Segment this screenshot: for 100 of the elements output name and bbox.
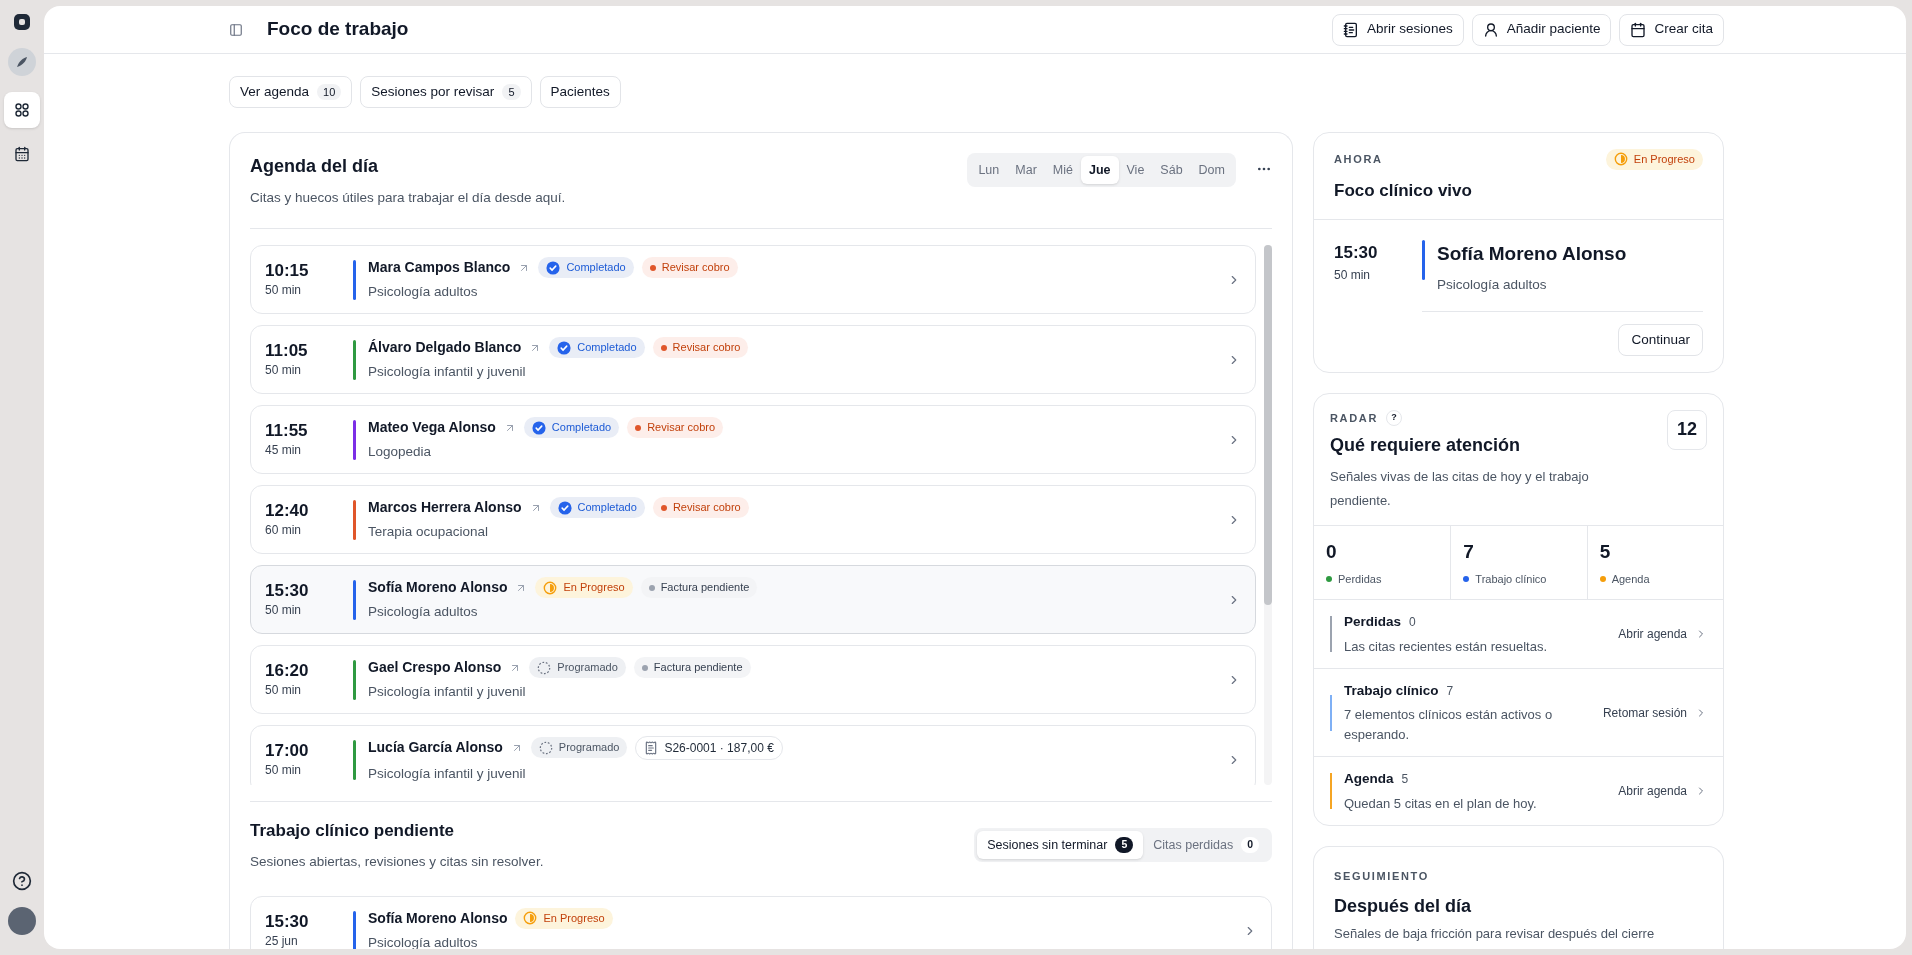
status-badge: En Progreso [515,908,613,929]
patient-name[interactable]: Lucía García Alonso [368,737,503,759]
help-icon[interactable] [12,871,32,891]
stat-value: 0 [1326,540,1338,565]
header-action-button[interactable]: Añadir paciente [1471,13,1612,46]
user-icon [1482,21,1499,38]
half-circle-icon [1613,152,1628,167]
quick-link-button[interactable]: Ver agenda 10 [229,76,353,108]
appointment-time: 12:40 [265,500,310,521]
total-count: 12 [1667,409,1707,450]
calendar-icon [1630,21,1647,38]
count-badge: 5 [502,83,521,101]
appointment-card[interactable]: 11:05 50 min Álvaro Delgado Blanco Completado Revisar cobro Psicología infantil y juvenil [250,325,1256,395]
signal-description: 7 elementos clínicos están activos o esperando. [1344,706,1554,744]
patient-name[interactable]: Sofía Moreno Alonso [368,577,508,599]
service-name: Psicología adultos [368,603,479,622]
patient-name[interactable]: Gael Crespo Alonso [368,657,502,679]
appointment-time: 17:00 [265,740,310,761]
stat-value: 7 [1463,540,1475,565]
check-circle-icon [557,500,572,515]
card-description: Señales vivas de las citas de hoy y el trabajo pendiente. [1330,468,1590,511]
patient-name[interactable]: Mateo Vega Alonso [368,417,496,439]
billing-tag: Revisar cobro [652,337,749,358]
signal-count: 7 [1446,683,1454,701]
service-name: Psicología infantil y juvenil [368,683,527,702]
page-title: Foco de trabajo [267,17,409,42]
day-tab[interactable]: Dom [1190,156,1233,184]
signal-description: Quedan 5 citas en el plan de hoy. [1344,794,1538,813]
appointment-time: 11:55 [265,420,309,441]
notebook-icon [1343,21,1360,38]
dashboard-nav-button[interactable] [4,92,40,128]
appointment-duration: 50 min [265,361,303,379]
billing-tag: Revisar cobro [652,497,749,518]
appointment-time: 15:30 [1334,242,1379,264]
day-tab[interactable]: Lun [970,156,1008,184]
appointment-duration: 50 min [1334,266,1372,284]
dashed-circle-icon [537,660,552,675]
service-name: Psicología infantil y juvenil [368,363,527,382]
quick-link-button[interactable]: Sesiones por revisar 5 [360,76,532,108]
continue-button[interactable]: Continuar [1618,323,1703,356]
pending-tab[interactable]: Citas perdidas 0 [1143,831,1269,860]
user-avatar[interactable] [8,907,36,935]
receipt-icon [644,740,659,755]
eyebrow-label: AHORA [1334,152,1384,167]
section-title: Trabajo clínico pendiente [250,820,456,843]
scrollbar[interactable] [1264,245,1272,786]
appointment-time: 15:30 [265,911,310,932]
workspace-logo[interactable] [8,48,36,76]
appointment-card[interactable]: 17:00 50 min Lucía García Alonso Programado S26-0001 · 187,00 € Psicología infantil y juvenil [250,725,1256,786]
signal-action-link[interactable]: Abrir agenda [1618,782,1707,801]
billing-tag: Revisar cobro [641,257,738,278]
appointment-card[interactable]: 11:55 45 min Mateo Vega Alonso Completado Revisar cobro Logopedia [250,405,1256,475]
appointment-card[interactable]: 10:15 50 min Mara Campos Blanco Completado Revisar cobro Psicología adultos [250,245,1256,315]
signal-action-link[interactable]: Retomar sesión [1602,703,1707,722]
stat-value: 5 [1599,540,1612,565]
section-subtitle: Sesiones abiertas, revisiones y citas sin resolver. [250,852,545,871]
patient-name: Sofía Moreno Alonso [1437,242,1627,266]
day-tab[interactable]: Mar [1007,156,1045,184]
eyebrow-label: SEGUIMIENTO [1334,870,1429,882]
card-title: Foco clínico vivo [1334,179,1473,202]
count-badge: 5 [1115,837,1134,853]
check-circle-icon [557,340,572,355]
count-badge: 10 [317,83,342,101]
status-badge: Completado [538,257,634,278]
patient-name[interactable]: Mara Campos Blanco [368,257,511,279]
appointment-card[interactable]: 15:30 50 min Sofía Moreno Alonso En Progreso Factura pendiente Psicología adultos [250,565,1256,635]
day-tab[interactable]: Jue [1080,156,1119,184]
check-circle-icon [531,420,546,435]
status-badge: Completado [523,417,620,438]
appointment-duration: 60 min [265,521,303,539]
card-title: Qué requiere atención [1330,434,1522,458]
appointment-card[interactable]: 16:20 50 min Gael Crespo Alonso Programado Factura pendiente Psicología infantil y juvenil [250,645,1256,715]
quick-link-button[interactable]: Pacientes [539,76,621,108]
header-action-button[interactable]: Abrir sesiones [1332,13,1464,46]
day-tab[interactable]: Mié [1044,156,1081,184]
patient-name[interactable]: Marcos Herrera Alonso [368,497,522,519]
appointment-time: 15:30 [265,580,310,601]
patient-name[interactable]: Sofía Moreno Alonso [368,907,508,929]
appointment-time: 16:20 [265,660,310,681]
day-tab[interactable]: Sáb [1152,156,1191,184]
pending-tab[interactable]: Sesiones sin terminar 5 [977,831,1144,860]
day-tab[interactable]: Vie [1118,156,1153,184]
app-logo[interactable] [12,12,32,32]
patient-name[interactable]: Álvaro Delgado Blanco [368,337,522,359]
signal-action-link[interactable]: Abrir agenda [1618,625,1707,644]
appointment-card[interactable]: 15:30 25 jun Sofía Moreno Alonso En Progreso Psicología adultos [250,896,1272,949]
billing-tag: Revisar cobro [627,417,724,438]
header-action-button[interactable]: Crear cita [1619,13,1724,46]
sidebar-toggle-icon[interactable] [229,22,243,37]
card-description: Señales de baja fricción para revisar después del cierre [1334,925,1656,943]
eyebrow-label: RADAR [1330,410,1378,426]
appointment-card[interactable]: 12:40 60 min Marcos Herrera Alonso Completado Revisar cobro Terapia ocupacional [250,485,1256,555]
status-badge: Programado [529,657,626,678]
half-circle-icon [543,580,558,595]
service-name: Psicología infantil y juvenil [368,764,527,783]
service-name: Psicología adultos [1437,275,1548,294]
status-badge: Programado [530,737,628,758]
section-title: Agenda del día [250,155,380,178]
signal-count: 5 [1401,771,1409,789]
check-circle-icon [546,260,561,275]
